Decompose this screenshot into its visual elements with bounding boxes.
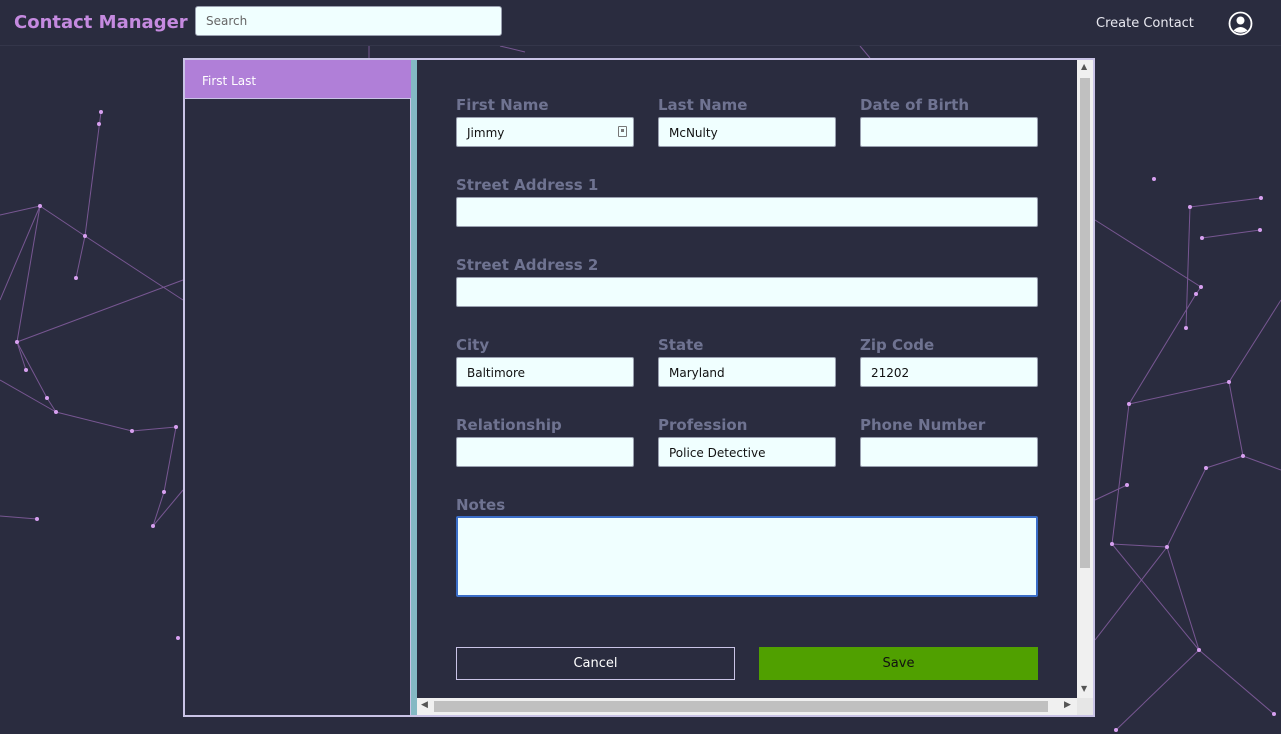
top-navbar: Contact Manager Create Contact: [0, 0, 1281, 46]
zip-field[interactable]: 21202: [860, 357, 1038, 387]
scrollbar-corner: [1077, 698, 1093, 715]
first-name-label: First Name: [456, 96, 549, 114]
relationship-field[interactable]: [456, 437, 634, 467]
first-name-field[interactable]: Jimmy: [456, 117, 634, 147]
scroll-right-icon[interactable]: ▶: [1064, 700, 1071, 710]
profession-label: Profession: [658, 416, 748, 434]
cancel-button[interactable]: Cancel: [456, 647, 735, 680]
scroll-left-icon[interactable]: ◀: [421, 700, 428, 710]
contact-list-item[interactable]: First Last: [185, 60, 411, 99]
last-name-label: Last Name: [658, 96, 748, 114]
dob-label: Date of Birth: [860, 96, 970, 114]
search-input[interactable]: [195, 6, 502, 36]
last-name-field[interactable]: McNulty: [658, 117, 836, 147]
state-label: State: [658, 336, 704, 354]
notes-label: Notes: [456, 496, 506, 514]
phone-label: Phone Number: [860, 416, 986, 434]
contact-list: First Last: [185, 60, 411, 715]
zip-label: Zip Code: [860, 336, 935, 354]
street2-field[interactable]: [456, 277, 1038, 307]
street1-label: Street Address 1: [456, 176, 599, 194]
vertical-scrollbar[interactable]: ▲ ▼: [1077, 60, 1093, 698]
state-field[interactable]: Maryland: [658, 357, 836, 387]
save-button[interactable]: Save: [759, 647, 1038, 680]
city-label: City: [456, 336, 490, 354]
scroll-down-icon[interactable]: ▼: [1081, 684, 1087, 693]
horizontal-scrollbar[interactable]: ◀ ▶: [417, 698, 1077, 715]
first-name-value: Jimmy: [467, 126, 505, 140]
app-brand[interactable]: Contact Manager: [14, 12, 188, 33]
autofill-contact-icon[interactable]: [618, 126, 627, 137]
contact-panel: First Last First Name Jimmy Last Name Mc…: [183, 58, 1095, 717]
dob-field[interactable]: [860, 117, 1038, 147]
user-circle-icon[interactable]: [1228, 11, 1253, 36]
phone-field[interactable]: [860, 437, 1038, 467]
street2-label: Street Address 2: [456, 256, 599, 274]
contact-form: First Name Jimmy Last Name McNulty Date …: [417, 60, 1077, 698]
scroll-up-icon[interactable]: ▲: [1081, 62, 1087, 71]
create-contact-link[interactable]: Create Contact: [1096, 16, 1194, 31]
street1-field[interactable]: [456, 197, 1038, 227]
notes-textarea[interactable]: [456, 516, 1038, 597]
vertical-scroll-thumb[interactable]: [1080, 78, 1090, 568]
city-field[interactable]: Baltimore: [456, 357, 634, 387]
profession-field[interactable]: Police Detective: [658, 437, 836, 467]
relationship-label: Relationship: [456, 416, 562, 434]
horizontal-scroll-thumb[interactable]: [434, 701, 1048, 712]
